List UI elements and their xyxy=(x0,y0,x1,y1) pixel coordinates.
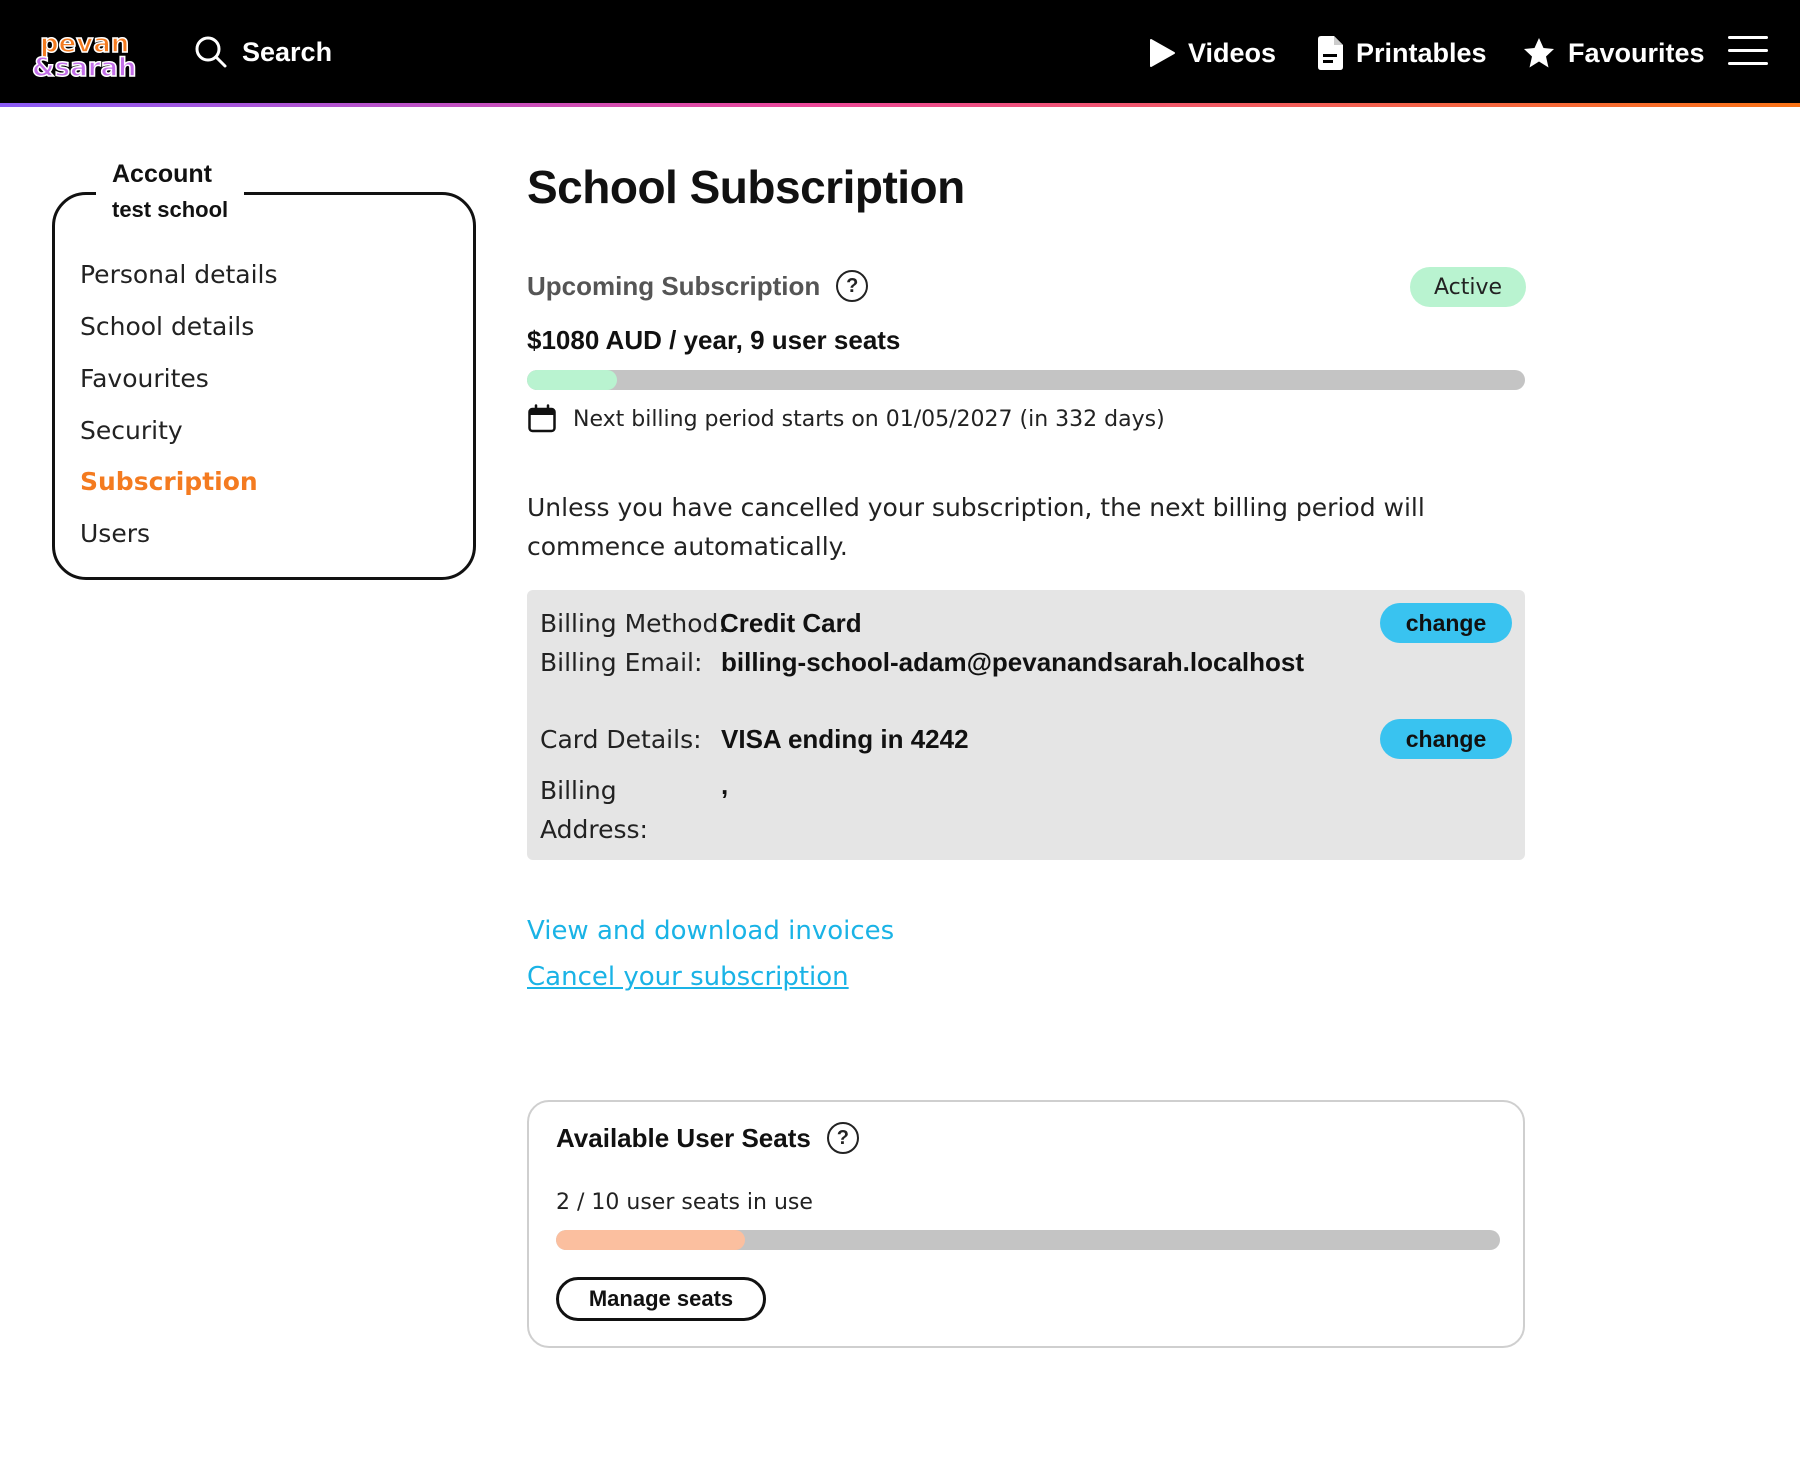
billing-details-panel: Billing Method: Credit Card change Billi… xyxy=(527,590,1525,860)
billing-email-label: Billing Email: xyxy=(540,648,703,677)
nav-printables-label: Printables xyxy=(1356,37,1487,68)
status-badge: Active xyxy=(1410,267,1526,307)
card-details-value: VISA ending in 4242 xyxy=(721,724,969,754)
upcoming-subscription-label: Upcoming Subscription xyxy=(527,270,821,301)
account-heading: Account test school xyxy=(96,160,245,227)
user-seats-title: Available User Seats xyxy=(556,1122,811,1153)
sidebar-item-security[interactable]: Security xyxy=(80,416,183,445)
seats-usage-text: 2 / 10 user seats in use xyxy=(556,1190,813,1215)
auto-renew-notice: Unless you have cancelled your subscript… xyxy=(527,493,1425,561)
cancel-subscription-link[interactable]: Cancel your subscription xyxy=(527,962,849,992)
star-icon xyxy=(1524,38,1554,68)
manage-seats-button[interactable]: Manage seats xyxy=(556,1277,766,1321)
pevan-sarah-logo[interactable]: pevan &sarah xyxy=(30,22,150,84)
search-icon xyxy=(195,36,227,68)
svg-text:&sarah: &sarah xyxy=(32,53,137,83)
sidebar-item-favourites[interactable]: Favourites xyxy=(80,364,209,393)
account-name: test school xyxy=(112,197,229,222)
billing-method-label: Billing Method: xyxy=(540,609,727,638)
next-billing-text: Next billing period starts on 01/05/2027… xyxy=(573,406,1165,432)
account-title: Account xyxy=(112,160,212,188)
search-label: Search xyxy=(242,36,333,67)
search-button[interactable]: Search xyxy=(194,32,332,72)
user-seats-card: Available User Seats ? 2 / 10 user seats… xyxy=(527,1100,1525,1348)
seats-progress-fill xyxy=(556,1230,745,1250)
header-gradient-divider xyxy=(0,103,1800,107)
sidebar-item-personal-details[interactable]: Personal details xyxy=(80,260,278,289)
play-icon xyxy=(1150,39,1175,67)
next-billing-info: Next billing period starts on 01/05/2027… xyxy=(527,404,1165,434)
user-seats-heading: Available User Seats ? xyxy=(556,1122,859,1154)
nav-videos-label: Videos xyxy=(1188,37,1277,68)
card-details-label: Card Details: xyxy=(540,725,702,754)
nav-videos[interactable]: Videos xyxy=(1148,32,1276,74)
top-nav-bar: pevan &sarah Search Videos Printables Fa… xyxy=(0,0,1800,103)
page-title: School Subscription xyxy=(527,161,965,213)
change-card-button[interactable]: change xyxy=(1380,719,1512,759)
nav-favourites[interactable]: Favourites xyxy=(1522,32,1705,74)
seats-help-icon[interactable]: ? xyxy=(826,1122,859,1154)
subscription-price: $1080 AUD / year, 9 user seats xyxy=(527,325,901,355)
billing-address-label-line1: Billing xyxy=(540,776,617,805)
subscription-progress-fill xyxy=(527,370,617,390)
nav-favourites-label: Favourites xyxy=(1568,37,1705,68)
menu-icon[interactable] xyxy=(1728,36,1768,66)
billing-email-value: billing-school-adam@pevanandsarah.localh… xyxy=(721,647,1305,677)
document-icon xyxy=(1318,36,1343,70)
subscription-progress-bar xyxy=(527,370,1525,390)
billing-address-value: , xyxy=(721,770,729,800)
change-billing-method-button[interactable]: change xyxy=(1380,603,1512,643)
sidebar-item-school-details[interactable]: School details xyxy=(80,312,254,341)
billing-method-value: Credit Card xyxy=(720,608,862,638)
view-invoices-link[interactable]: View and download invoices xyxy=(527,916,894,946)
upcoming-subscription-heading: Upcoming Subscription ? xyxy=(527,270,869,302)
nav-printables[interactable]: Printables xyxy=(1316,32,1487,74)
sidebar-item-users[interactable]: Users xyxy=(80,519,150,548)
help-icon[interactable]: ? xyxy=(836,270,869,302)
calendar-icon xyxy=(528,404,556,433)
seats-progress-bar xyxy=(556,1230,1500,1250)
sidebar-item-subscription[interactable]: Subscription xyxy=(80,467,258,496)
billing-address-label-line2: Address: xyxy=(540,815,648,844)
